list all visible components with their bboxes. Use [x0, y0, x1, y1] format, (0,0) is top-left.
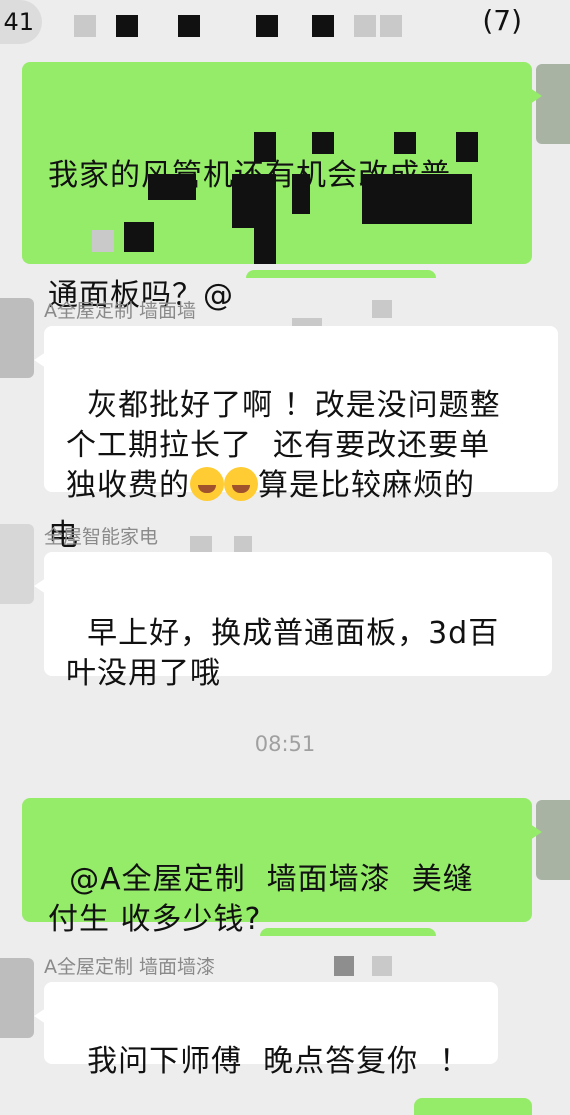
sender-avatar[interactable] [0, 298, 34, 378]
incoming-message-bubble[interactable]: 灰都批好了啊 ！改是没问题整 个工期拉长了 还有要改还要单 独收费的 算是比较麻烦… [34, 326, 558, 503]
face-with-tears-of-joy-icon [224, 467, 258, 501]
sender-name: A全屋定制 墙面墙 [44, 300, 197, 322]
chat-title-redacted[interactable] [74, 15, 404, 37]
sender-avatar[interactable] [0, 524, 34, 604]
redaction-mosaic [292, 174, 310, 214]
redaction-mosaic [124, 222, 154, 252]
face-with-tears-of-joy-icon [190, 467, 224, 501]
outgoing-message-bubble[interactable]: @A全屋定制 墙面墙漆 美缝 付生 收多少钱? [22, 798, 542, 937]
redaction-mosaic [312, 132, 334, 154]
incoming-message-bubble[interactable]: 我问下师傅 晚点答复你 ！ [34, 982, 498, 1079]
back-button-unread-badge[interactable]: 41 [0, 0, 42, 44]
redaction-mosaic [456, 132, 478, 162]
outgoing-message-bubble[interactable]: 我家的风管机还有机会改成普 通面板吗？@ 墙漆 电 [22, 62, 542, 553]
chat-header: 41 (7) [0, 0, 570, 56]
sender-avatar[interactable] [0, 958, 34, 1038]
redaction-mosaic [148, 174, 196, 200]
redaction-mosaic [372, 956, 392, 976]
my-avatar[interactable] [536, 800, 570, 880]
member-count: (7) [482, 4, 522, 37]
message-text: 我问下师傅 晚点答复你 ！ [87, 1044, 471, 1079]
bubble-edge [260, 928, 436, 936]
redaction-mosaic [92, 230, 114, 252]
my-avatar[interactable] [536, 64, 570, 144]
bubble-edge [246, 270, 436, 278]
redaction-mosaic [254, 174, 276, 264]
redaction-mosaic [372, 300, 392, 318]
redaction-mosaic [334, 956, 354, 976]
redaction-mosaic [362, 174, 472, 224]
redaction-mosaic [254, 132, 276, 162]
sender-name: A全屋定制 墙面墙漆 [44, 956, 216, 978]
incoming-message-bubble[interactable]: 早上好，换成普通面板，3d百 叶没用了哦 [34, 552, 552, 691]
sender-name: 全屋智能家电 [44, 526, 159, 548]
message-timestamp: 08:51 [254, 732, 316, 756]
redaction-mosaic [232, 174, 254, 228]
message-text-tail: 算是比较麻烦的 [258, 468, 475, 503]
redaction-mosaic [394, 132, 416, 154]
bubble-edge [414, 1098, 532, 1115]
